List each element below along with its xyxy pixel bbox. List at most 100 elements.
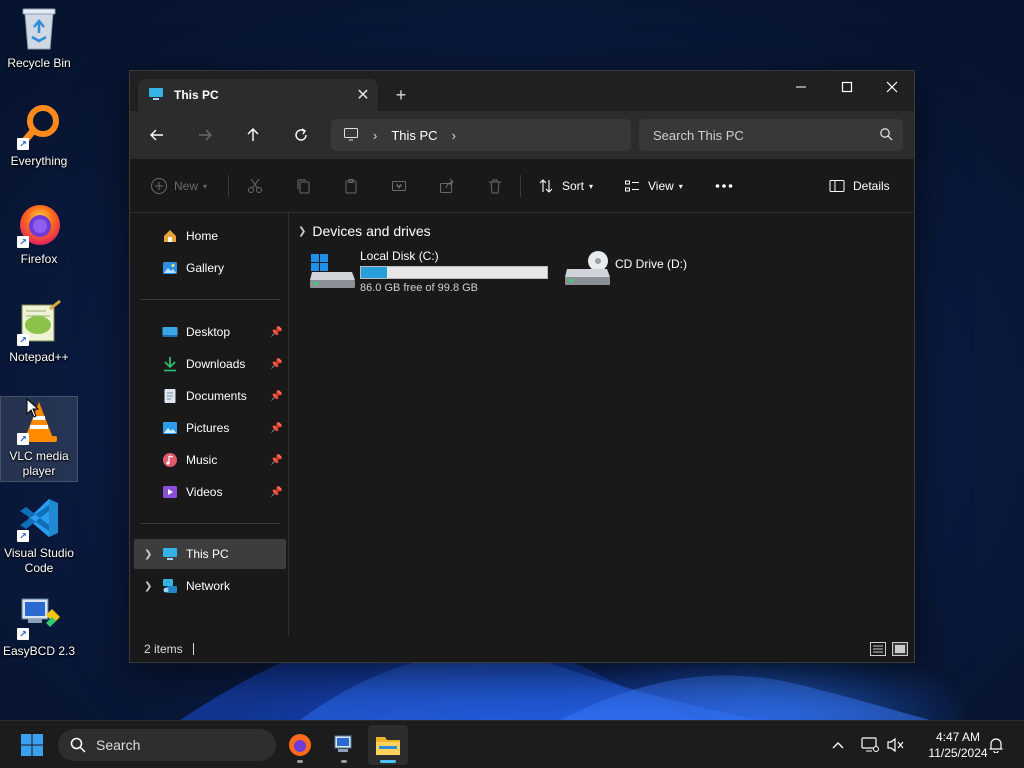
paste-button[interactable] xyxy=(343,174,359,198)
desktop-icon-vscode[interactable]: ↗ Visual Studio Code xyxy=(0,494,78,576)
minimize-icon xyxy=(796,86,806,88)
sidebar-item-network[interactable]: ❯ Network xyxy=(134,571,286,601)
sidebar-item-downloads[interactable]: Downloads 📌 xyxy=(134,349,286,379)
address-bar[interactable]: › This PC › xyxy=(331,119,631,151)
pin-icon: 📌 xyxy=(270,422,283,434)
downloads-icon xyxy=(162,356,178,372)
plus-circle-icon xyxy=(151,178,167,194)
details-button[interactable]: Details xyxy=(829,174,890,198)
search-icon[interactable] xyxy=(879,127,893,144)
taskbar-firefox[interactable] xyxy=(280,725,320,765)
desktop-icon-label: Notepad++ xyxy=(9,350,69,364)
sort-icon xyxy=(539,179,553,193)
maximize-icon xyxy=(841,81,853,93)
drive-local-disk-c[interactable]: Local Disk (C:) 86.0 GB free of 99.8 GB xyxy=(310,249,548,294)
home-icon xyxy=(162,228,178,244)
search-input[interactable] xyxy=(653,127,879,143)
taskbar-easybcd[interactable] xyxy=(324,725,364,765)
drive-cd-d[interactable]: CD Drive (D:) xyxy=(565,249,687,289)
command-bar: New ▾ Sort ▾ View ▾ Details xyxy=(130,159,914,213)
search-box[interactable] xyxy=(639,119,903,151)
more-options-button[interactable] xyxy=(715,174,733,198)
sort-button[interactable]: Sort ▾ xyxy=(538,174,593,198)
desktop-icon-notepad-plus-plus[interactable]: ↗ Notepad++ xyxy=(0,298,78,365)
view-button[interactable]: View ▾ xyxy=(624,174,683,198)
sort-button-label: Sort xyxy=(562,179,585,193)
everything-icon: ↗ xyxy=(15,102,63,150)
sidebar-item-desktop[interactable]: Desktop 📌 xyxy=(134,317,286,347)
shortcut-arrow-icon: ↗ xyxy=(17,530,29,542)
close-window-button[interactable] xyxy=(869,71,915,103)
network-status-button[interactable] xyxy=(860,735,880,755)
sidebar-item-this-pc[interactable]: ❯ This PC xyxy=(134,539,286,569)
desktop-icon-firefox[interactable]: ↗ Firefox xyxy=(0,200,78,267)
sidebar-item-videos[interactable]: Videos 📌 xyxy=(134,477,286,507)
share-button[interactable] xyxy=(439,174,455,198)
drive-name: Local Disk (C:) xyxy=(360,249,439,263)
windows-logo-icon xyxy=(21,734,43,756)
shortcut-arrow-icon: ↗ xyxy=(17,433,29,445)
chevron-right-icon[interactable]: › xyxy=(373,128,377,143)
details-view-icon xyxy=(873,645,883,653)
desktop-icon-easybcd[interactable]: ↗ EasyBCD 2.3 xyxy=(0,592,78,659)
sidebar-item-documents[interactable]: Documents 📌 xyxy=(134,381,286,411)
taskbar-file-explorer[interactable] xyxy=(368,725,408,765)
desktop-icon-everything[interactable]: ↗ Everything xyxy=(0,102,78,169)
maximize-button[interactable] xyxy=(824,71,870,103)
up-button[interactable] xyxy=(239,123,267,147)
devices-group-header[interactable]: ❯ Devices and drives xyxy=(298,223,431,239)
desktop-icon-label: Recycle Bin xyxy=(7,56,71,70)
recycle-bin-icon xyxy=(15,4,63,52)
close-tab-icon[interactable]: ✕ xyxy=(348,85,378,105)
taskbar-search-input[interactable] xyxy=(96,737,246,753)
delete-button[interactable] xyxy=(487,174,503,198)
tab-title: This PC xyxy=(174,88,219,102)
refresh-button[interactable] xyxy=(287,123,315,147)
tab-this-pc[interactable]: This PC ✕ xyxy=(138,79,378,111)
sidebar-item-music[interactable]: Music 📌 xyxy=(134,445,286,475)
content-pane: ❯ Devices and drives Local Disk (C:) 86.… xyxy=(290,213,914,636)
chevron-right-icon[interactable]: ❯ xyxy=(144,549,152,560)
easybcd-icon xyxy=(334,735,352,752)
show-hidden-icons-button[interactable] xyxy=(828,735,848,755)
this-pc-icon xyxy=(148,86,164,105)
desktop-icon-recycle-bin[interactable]: Recycle Bin xyxy=(0,4,78,71)
drive-usage-bar xyxy=(360,266,548,279)
minimize-button[interactable] xyxy=(778,71,824,103)
back-button[interactable] xyxy=(143,123,171,147)
new-button[interactable]: New ▾ xyxy=(150,174,207,198)
sidebar-item-label: Pictures xyxy=(186,421,230,435)
monitor-icon xyxy=(343,126,359,145)
volume-button[interactable] xyxy=(886,735,906,755)
chevron-down-icon: ▾ xyxy=(589,181,594,191)
pin-icon: 📌 xyxy=(270,486,283,498)
details-view-toggle[interactable] xyxy=(870,642,886,656)
chevron-right-icon[interactable]: ❯ xyxy=(144,581,152,592)
cut-button[interactable] xyxy=(247,174,263,198)
network-icon xyxy=(162,578,178,594)
desktop-icon-label: Everything xyxy=(10,154,68,168)
bell-icon xyxy=(989,738,1003,753)
copy-icon xyxy=(297,179,310,194)
more-dots-icon xyxy=(715,184,733,188)
shortcut-arrow-icon: ↗ xyxy=(17,236,29,248)
rename-icon xyxy=(392,181,406,191)
taskbar-search[interactable] xyxy=(58,729,276,761)
new-tab-button[interactable]: + xyxy=(388,83,414,107)
start-button[interactable] xyxy=(12,725,52,765)
sidebar-item-gallery[interactable]: Gallery xyxy=(134,253,286,283)
rename-button[interactable] xyxy=(391,174,407,198)
chevron-right-icon[interactable]: › xyxy=(452,128,456,143)
shortcut-arrow-icon: ↗ xyxy=(17,628,29,640)
breadcrumb-this-pc[interactable]: This PC xyxy=(391,128,437,143)
search-icon xyxy=(70,737,86,753)
shortcut-arrow-icon: ↗ xyxy=(17,138,29,150)
forward-button[interactable] xyxy=(191,123,219,147)
notifications-button[interactable] xyxy=(986,735,1006,755)
sidebar-item-label: Videos xyxy=(186,485,223,499)
sidebar-item-home[interactable]: Home xyxy=(134,221,286,251)
sidebar-item-pictures[interactable]: Pictures 📌 xyxy=(134,413,286,443)
large-icons-view-toggle[interactable] xyxy=(892,642,908,656)
videos-icon xyxy=(162,484,178,500)
copy-button[interactable] xyxy=(295,174,311,198)
